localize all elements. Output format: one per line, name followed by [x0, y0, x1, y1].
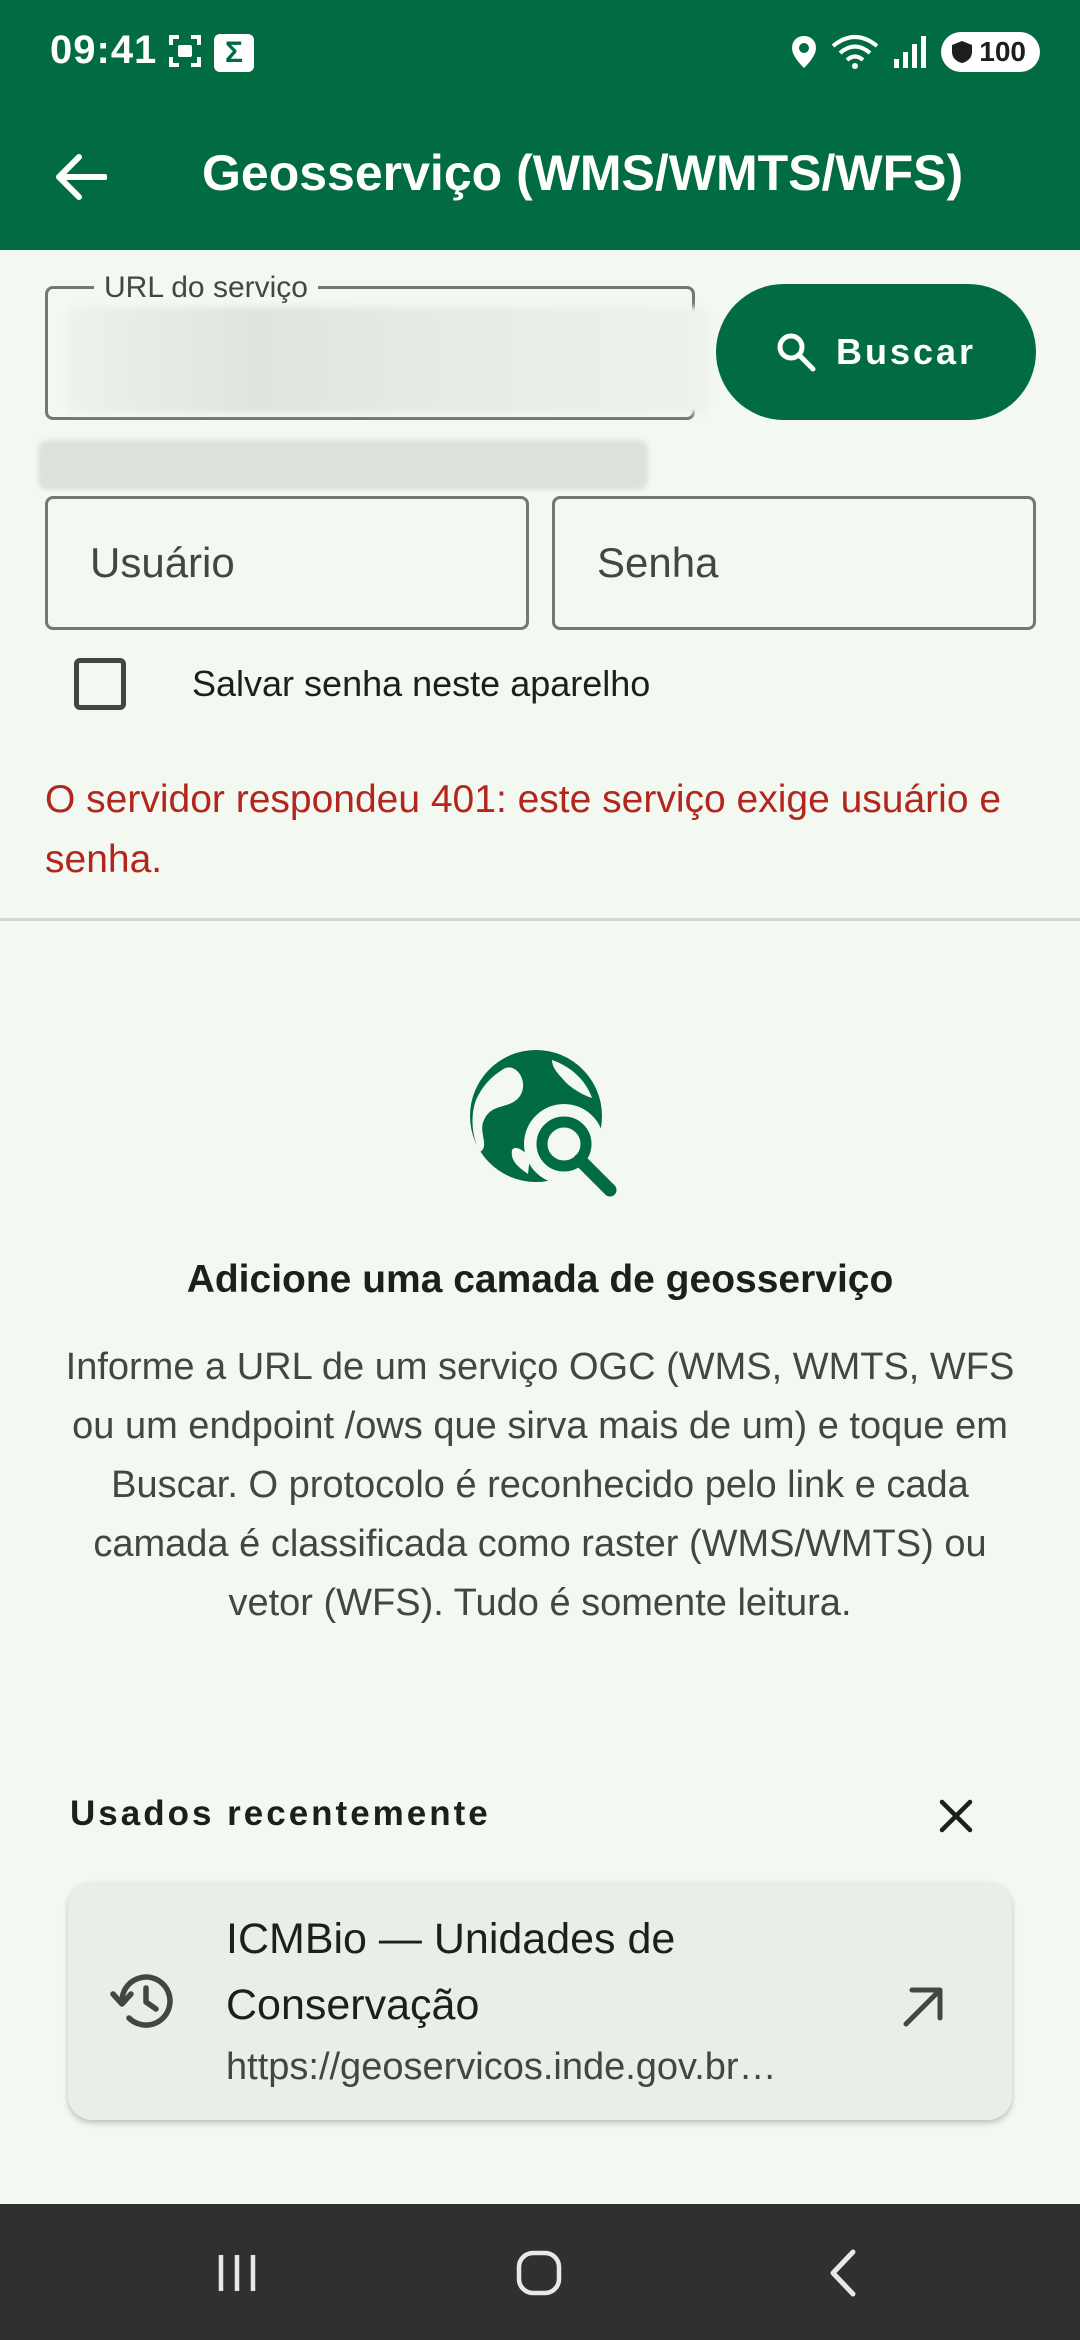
password-field[interactable]: [552, 496, 1036, 630]
recent-apps-button[interactable]: [202, 2242, 272, 2304]
url-helper-redacted: [38, 440, 648, 490]
empty-state-title: Adicione uma camada de geosserviço: [186, 1258, 894, 1301]
save-password-label: Salvar senha neste aparelho: [192, 663, 651, 704]
search-button[interactable]: Buscar: [716, 284, 1036, 420]
divider: [0, 918, 1080, 921]
sigma-glyph: Σ: [224, 36, 243, 69]
recent-item-url: https://geoservicos.inde.gov.br…: [226, 2046, 777, 2088]
battery-level: 100: [979, 36, 1026, 67]
password-input[interactable]: [555, 499, 1033, 627]
username-field[interactable]: [45, 496, 529, 630]
location-icon: [792, 36, 817, 68]
empty-state-description: Informe a URL de um serviço OGC (WMS, WM…: [65, 1346, 1015, 1624]
status-indicators: 100: [791, 30, 1040, 74]
recent-item[interactable]: ICMBio — Unidades de Conservação https:/…: [68, 1882, 1012, 2120]
status-bar: 09:41 Σ 100: [0, 0, 1080, 104]
username-input[interactable]: [48, 499, 526, 627]
save-password-row[interactable]: Salvar senha neste aparelho: [74, 658, 650, 710]
url-field[interactable]: URL do serviço: [45, 271, 708, 420]
url-field-label: URL do serviço: [94, 271, 318, 305]
arrow-outward-icon[interactable]: [896, 1978, 952, 2034]
save-password-checkbox[interactable]: [74, 658, 126, 710]
search-button-label: Buscar: [835, 331, 977, 372]
back-icon: [830, 2249, 856, 2297]
arrow-left-icon: [56, 154, 107, 200]
status-time: 09:41: [50, 28, 158, 72]
battery-indicator: 100: [941, 32, 1040, 72]
url-value-redacted: [68, 307, 708, 413]
page-title: Geosserviço (WMS/WMTS/WFS): [202, 145, 964, 201]
screenshot-icon: [169, 35, 201, 67]
error-message: O servidor respondeu 401: este serviço e…: [45, 778, 1002, 881]
recent-item-name: ICMBio — Unidades de Conservação: [226, 1915, 676, 2029]
clear-recent-button[interactable]: [926, 1786, 986, 1846]
app-bar: Geosserviço (WMS/WMTS/WFS): [0, 104, 1080, 250]
battery-shield-icon: [952, 41, 973, 63]
search-icon: [777, 333, 816, 372]
nav-back-button[interactable]: [808, 2242, 878, 2304]
home-button[interactable]: [504, 2242, 574, 2304]
back-button[interactable]: [46, 142, 116, 212]
home-icon: [516, 2250, 562, 2296]
history-icon: [110, 1974, 173, 2028]
navigation-bar: [0, 2204, 1080, 2340]
close-icon: [939, 1799, 973, 1833]
wifi-icon: [832, 35, 879, 69]
recent-apps-icon: [218, 2255, 256, 2291]
travel-explore-icon: [470, 1050, 617, 1197]
signal-icon: [894, 36, 927, 68]
recent-header: Usados recentemente: [70, 1794, 491, 1833]
sigma-app-icon: Σ: [214, 34, 254, 72]
